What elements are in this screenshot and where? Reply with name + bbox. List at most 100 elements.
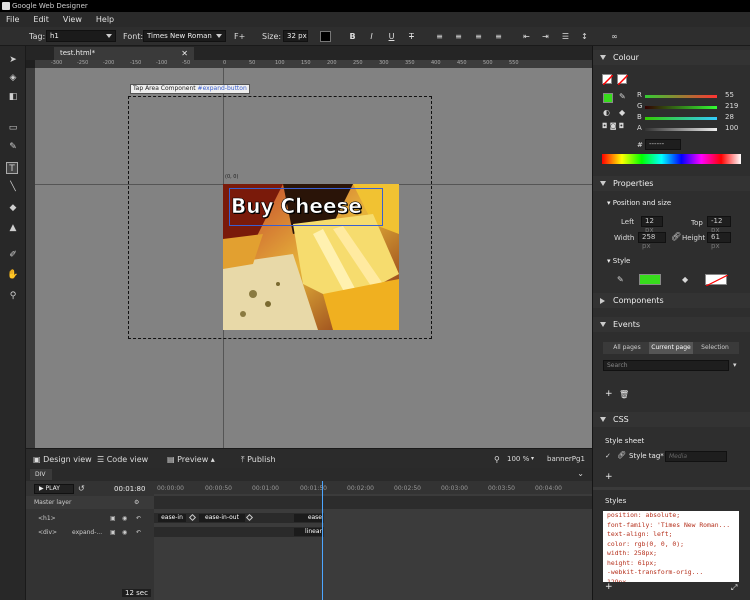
underline-button[interactable]: U [386,31,397,42]
hand-tool-icon[interactable]: ✋ [7,269,19,281]
design-stage[interactable]: Tap Area Component #expand-button (0, 0) [35,68,592,448]
animation-segment[interactable]: ease-in-out [199,514,245,522]
constrain-proportions-icon[interactable]: 🔗︎ [671,232,681,241]
alpha-value[interactable]: 100 [725,124,738,132]
red-value[interactable]: 55 [725,91,734,99]
media-input[interactable]: Media [665,451,727,462]
3d-object-tool-icon[interactable]: ◈ [7,72,19,84]
top-input[interactable]: -12 px [707,216,731,234]
layer-row-h1[interactable]: <h1> ▣ ◉ ↶ [26,512,154,525]
loop-icon[interactable]: ↺ [78,484,85,493]
resize-handle[interactable] [593,487,750,490]
banner-headline[interactable]: Buy Cheese [231,194,363,219]
close-icon[interactable]: ✕ [181,47,188,60]
undo-icon[interactable]: ↶ [136,526,141,539]
menu-file[interactable]: File [6,15,19,24]
blue-slider[interactable] [645,117,717,120]
size-input[interactable]: 32 px [283,30,308,42]
align-left-icon[interactable]: ≡ [434,31,445,42]
style-header[interactable]: ▾ Style [607,257,630,265]
link-icon[interactable]: ∞ [609,31,620,42]
playhead[interactable] [322,481,323,600]
spacing-icon[interactable]: ↕ [579,31,590,42]
collapse-timeline-icon[interactable]: ⌄ [577,469,584,478]
indent-decrease-icon[interactable]: ⇤ [521,31,532,42]
italic-button[interactable]: I [366,31,377,42]
stroke-tool-icon[interactable]: ▲ [7,222,19,234]
add-event-icon[interactable]: + [605,389,613,399]
animation-segment[interactable]: ease-in [158,514,186,522]
caret-up-icon[interactable]: ▴ [211,455,215,464]
font-select[interactable]: Times New Roman [143,30,226,42]
green-value[interactable]: 219 [725,102,738,110]
design-view-button[interactable]: ▣ Design view [33,455,92,464]
publish-button[interactable]: ⤒ Publish [241,455,276,465]
blue-value[interactable]: 28 [725,113,734,121]
code-view-button[interactable]: ☰ Code view [97,455,148,464]
3d-rotation-tool-icon[interactable]: ◧ [7,91,19,103]
properties-section-header[interactable]: Properties [593,176,750,191]
layer-row-div[interactable]: <div> expand-... ▣ ◉ ↶ [26,526,154,539]
green-slider[interactable] [645,106,717,109]
zoom-level[interactable]: 100 % [507,455,529,463]
events-search-input[interactable]: Search [603,360,729,371]
add-stylesheet-icon[interactable]: + [605,472,613,482]
animation-segment[interactable]: linear [294,528,322,536]
undo-icon[interactable]: ↶ [136,512,141,525]
position-size-header[interactable]: ▾ Position and size [607,199,671,207]
bold-button[interactable]: B [347,31,358,42]
gradient-icon[interactable]: ◐ [603,108,610,117]
menu-view[interactable]: View [63,15,82,24]
master-layer-row[interactable]: Master layer ⚙ [26,496,154,509]
h1-track[interactable]: ease-in ease-in-out ease [154,513,324,523]
colour-spectrum[interactable] [602,154,741,164]
add-style-icon[interactable]: + [605,582,613,592]
menu-help[interactable]: Help [96,15,114,24]
swap-colors-icon[interactable]: ◘ ◙ ◘ [602,122,624,130]
no-stroke-icon[interactable] [617,74,629,86]
align-center-icon[interactable]: ≡ [453,31,464,42]
fill-colour-swatch[interactable] [639,274,661,285]
list-icon[interactable]: ☰ [560,31,571,42]
play-button[interactable]: ▶ PLAY [34,484,74,494]
text-tool-icon[interactable]: T [6,162,18,174]
text-color-swatch[interactable] [320,31,331,42]
expand-styles-icon[interactable]: ⤢ [731,583,737,593]
pen-tool-icon[interactable]: ✎ [7,141,19,153]
timeline-tracks[interactable]: 00:00:00 00:00:50 00:01:00 00:01:50 00:0… [154,481,592,600]
tag-select[interactable]: h1 [46,30,116,42]
no-fill-icon[interactable] [602,74,614,86]
div-track[interactable]: linear [154,527,324,537]
height-input[interactable]: 61 px [707,232,731,250]
css-styles-code[interactable]: position: absolute; font-family: 'Times … [603,511,739,582]
tab-all-pages[interactable]: All pages [605,342,649,354]
alpha-slider[interactable] [645,128,717,131]
breadcrumb-div[interactable]: DIV [30,469,52,480]
gear-icon[interactable]: ⚙ [134,496,139,509]
indent-increase-icon[interactable]: ⇥ [540,31,551,42]
align-right-icon[interactable]: ≡ [473,31,484,42]
page-name[interactable]: bannerPg1 [547,455,585,463]
current-colour-swatch[interactable] [603,93,613,103]
zoom-tool-icon[interactable]: ⚲ [7,290,19,302]
hex-input[interactable]: ------ [645,139,681,150]
color-picker-tool-icon[interactable]: ✐ [7,249,19,261]
document-tab[interactable]: test.html* ✕ [54,47,194,60]
events-section-header[interactable]: Events [593,317,750,332]
colour-section-header[interactable]: Colour [593,50,750,65]
keyframe-marker[interactable] [245,513,254,522]
checkbox-icon[interactable]: ✓ [605,452,611,460]
time-ruler[interactable]: 00:00:00 00:00:50 00:01:00 00:01:50 00:0… [154,481,592,494]
tab-current-page[interactable]: Current page [649,342,693,354]
width-input[interactable]: 258 px [638,232,666,250]
eye-icon[interactable]: ◉ [122,526,127,539]
style-tag-label[interactable]: Style tag* [629,452,664,460]
tab-selection[interactable]: Selection [693,342,737,354]
components-section-header[interactable]: Components [593,293,750,308]
left-input[interactable]: 12 px [641,216,663,234]
preview-button[interactable]: ▤ Preview ▴ [167,455,215,464]
strikethrough-button[interactable]: T [406,31,417,42]
font-plus-button[interactable]: F+ [234,32,245,41]
fill-bucket-icon[interactable]: ◆ [619,108,625,117]
lock-icon[interactable]: ▣ [110,526,116,539]
